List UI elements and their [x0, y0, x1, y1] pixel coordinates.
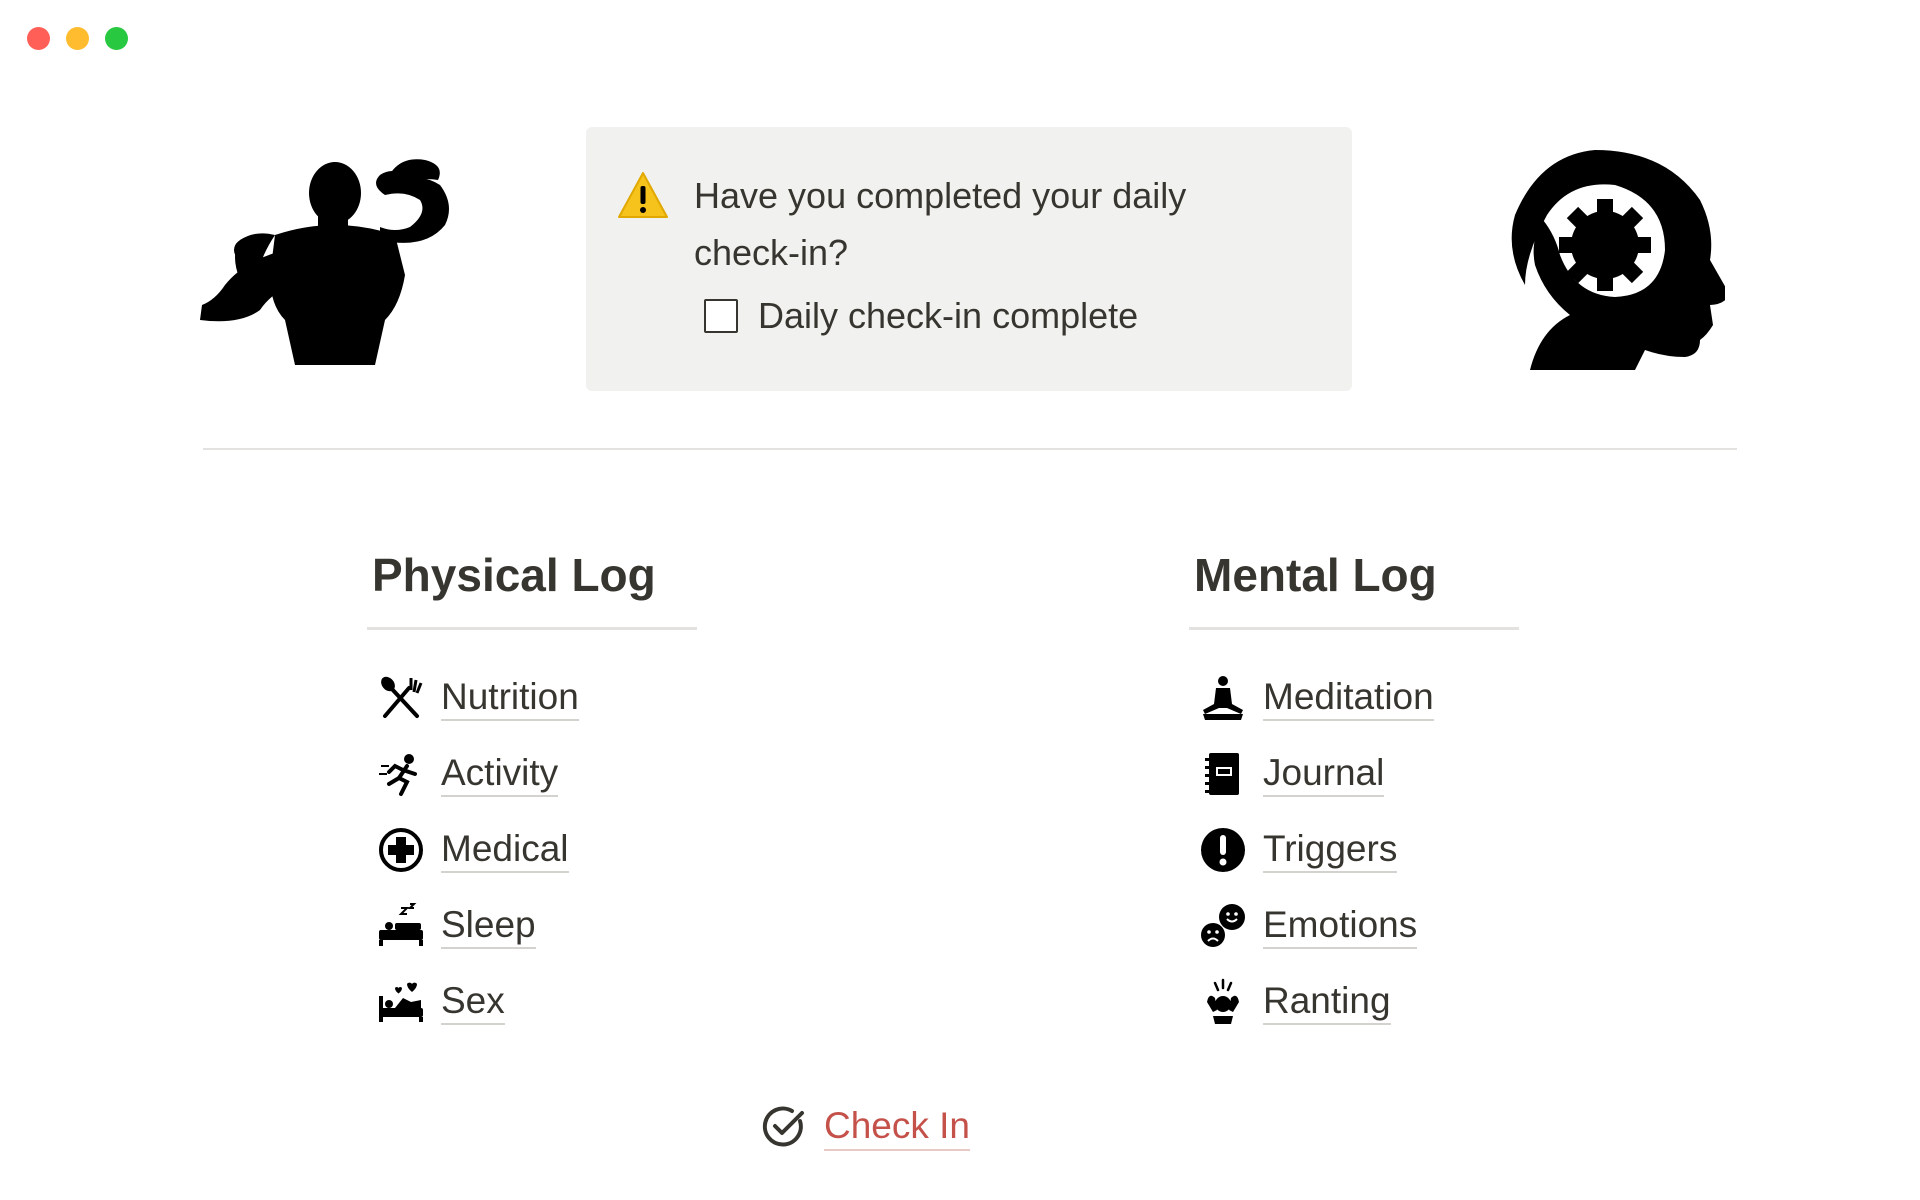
sleeping-bed-icon: [377, 902, 425, 950]
heading-divider: [1189, 627, 1519, 630]
check-circle-icon: [762, 1105, 806, 1149]
notion-page: Have you completed your daily check-in? …: [0, 0, 1920, 1200]
sex-link[interactable]: Sex: [441, 979, 505, 1025]
list-item[interactable]: Journal: [1189, 736, 1525, 812]
warning-icon: [616, 169, 670, 223]
window-controls: [27, 27, 128, 50]
ranting-link[interactable]: Ranting: [1263, 979, 1391, 1025]
meditation-icon: [1199, 674, 1247, 722]
emotion-faces-icon: [1199, 902, 1247, 950]
list-item[interactable]: Emotions: [1189, 888, 1525, 964]
check-in-link-row[interactable]: Check In: [762, 1103, 971, 1151]
physical-log-list: Nutrition Activity Medical Sleep Sex: [367, 660, 703, 1040]
bed-hearts-icon: [377, 978, 425, 1026]
flexing-bodybuilder-icon: [200, 155, 490, 375]
daily-check-in-todo[interactable]: Daily check-in complete: [704, 295, 1138, 337]
angry-ranting-icon: [1199, 978, 1247, 1026]
fork-knife-icon: [377, 674, 425, 722]
check-in-link[interactable]: Check In: [824, 1103, 971, 1151]
list-item[interactable]: Medical: [367, 812, 703, 888]
nutrition-link[interactable]: Nutrition: [441, 675, 579, 721]
list-item[interactable]: Sex: [367, 964, 703, 1040]
list-item[interactable]: Activity: [367, 736, 703, 812]
list-item[interactable]: Sleep: [367, 888, 703, 964]
medical-cross-icon: [377, 826, 425, 874]
list-item[interactable]: Meditation: [1189, 660, 1525, 736]
close-window-button[interactable]: [27, 27, 50, 50]
journal-book-icon: [1199, 750, 1247, 798]
sleep-link[interactable]: Sleep: [441, 903, 536, 949]
list-item[interactable]: Triggers: [1189, 812, 1525, 888]
mental-log-column: Mental Log Meditation Journal Triggers E…: [1189, 545, 1525, 1040]
medical-link[interactable]: Medical: [441, 827, 569, 873]
journal-link[interactable]: Journal: [1263, 751, 1385, 797]
exclamation-circle-icon: [1199, 826, 1247, 874]
triggers-link[interactable]: Triggers: [1263, 827, 1398, 873]
minimize-window-button[interactable]: [66, 27, 89, 50]
list-item[interactable]: Ranting: [1189, 964, 1525, 1040]
meditation-link[interactable]: Meditation: [1263, 675, 1434, 721]
activity-link[interactable]: Activity: [441, 751, 559, 797]
heading-divider: [367, 627, 697, 630]
physical-log-column: Physical Log Nutrition Activity Medical: [367, 545, 703, 1040]
todo-checkbox[interactable]: [704, 299, 738, 333]
running-person-icon: [377, 750, 425, 798]
head-with-gear-icon: [1485, 145, 1725, 375]
check-in-callout: Have you completed your daily check-in? …: [586, 127, 1352, 391]
maximize-window-button[interactable]: [105, 27, 128, 50]
physical-log-heading: Physical Log: [372, 549, 656, 601]
todo-label: Daily check-in complete: [758, 295, 1139, 336]
callout-text: Have you completed your daily check-in?: [694, 175, 1187, 273]
mental-log-heading: Mental Log: [1194, 549, 1437, 601]
list-item[interactable]: Nutrition: [367, 660, 703, 736]
emotions-link[interactable]: Emotions: [1263, 903, 1418, 949]
section-divider: [203, 448, 1737, 450]
mental-log-list: Meditation Journal Triggers Emotions Ran…: [1189, 660, 1525, 1040]
